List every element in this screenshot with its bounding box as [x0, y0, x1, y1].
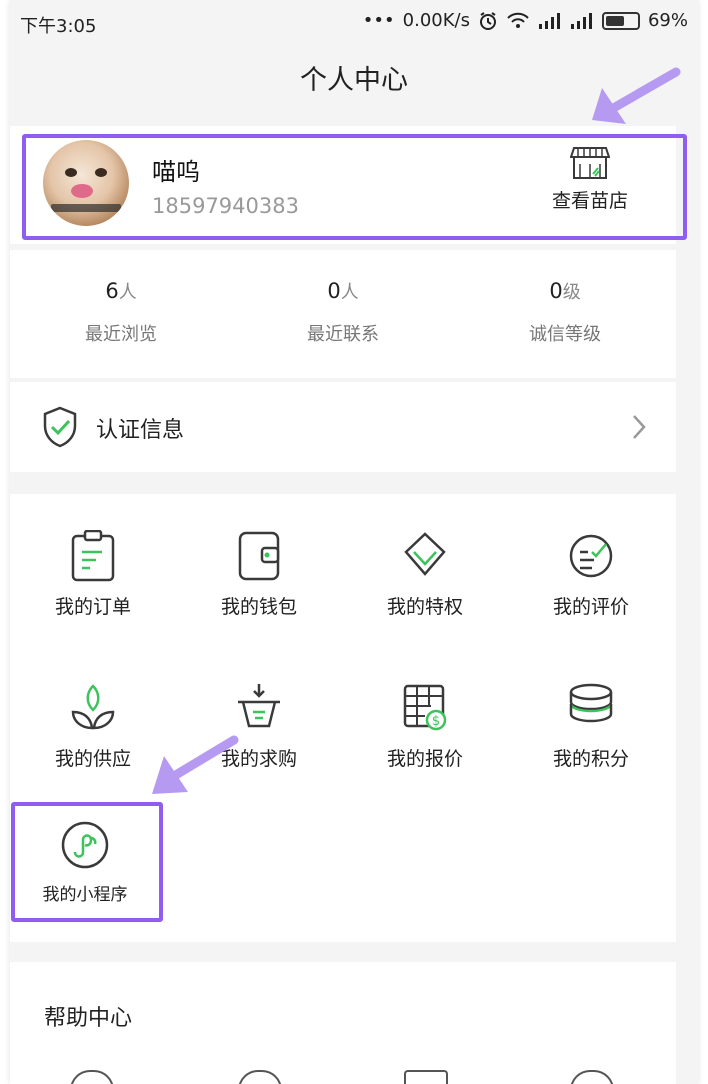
diamond-icon [404, 532, 446, 576]
annotation-box-profile [22, 134, 687, 240]
certification-row[interactable]: 认证信息 [10, 382, 676, 472]
clipboard-icon [71, 530, 115, 582]
stat-recent-contacts[interactable]: 0人 最近联系 [232, 278, 454, 346]
wifi-icon [507, 12, 529, 28]
menu-item-points[interactable]: 我的积分 [508, 682, 674, 792]
menu-item-label: 我的特权 [386, 596, 463, 618]
stat-credit-level[interactable]: 0级 诚信等级 [454, 278, 676, 346]
network-speed: 0.00K/s [402, 10, 470, 31]
checklist-icon [569, 534, 613, 578]
stat-label: 诚信等级 [529, 324, 601, 345]
menu-item-wallet[interactable]: 我的钱包 [176, 530, 342, 640]
help-item-icon[interactable] [70, 1070, 114, 1084]
menu-item-label: 我的积分 [552, 748, 629, 770]
help-item-icon[interactable] [570, 1070, 614, 1084]
annotation-arrow-icon [592, 67, 681, 124]
menu-item-label: 我的评价 [552, 596, 629, 618]
coin-stack-icon [569, 683, 613, 723]
battery-percent: 69% [647, 10, 688, 31]
wallet-icon [238, 531, 280, 581]
stat-value: 6 [105, 279, 119, 303]
stat-value: 0 [549, 279, 563, 303]
shield-check-icon [43, 406, 77, 448]
help-item-icon[interactable] [404, 1070, 448, 1084]
phone-screen: 下午3:05 ••• 0.00K/s 69% 个人中心 喵呜 185979403… [10, 0, 698, 1084]
certification-label: 认证信息 [96, 418, 185, 443]
menu-item-reviews[interactable]: 我的评价 [508, 530, 674, 640]
help-item-icon[interactable] [238, 1070, 282, 1084]
menu-item-quotes[interactable]: $ 我的报价 [342, 682, 508, 792]
menu-item-orders[interactable]: 我的订单 [10, 530, 176, 640]
stat-value: 0 [327, 279, 341, 303]
basket-icon [238, 684, 280, 728]
menu-item-label: 我的报价 [386, 748, 463, 770]
stat-unit: 人 [118, 282, 137, 303]
stat-label: 最近联系 [307, 324, 379, 345]
menu-item-label: 我的订单 [54, 596, 131, 618]
status-time: 下午3:05 [20, 16, 97, 37]
menu-item-label: 我的钱包 [220, 596, 297, 618]
stat-recent-views[interactable]: 6人 最近浏览 [10, 278, 232, 346]
alarm-icon [479, 11, 496, 30]
sprout-icon [71, 684, 115, 730]
stats-row: 6人 最近浏览 0人 最近联系 0级 诚信等级 [10, 250, 676, 378]
price-table-icon: $ [403, 684, 447, 731]
signal-icon [538, 12, 560, 29]
status-bar: 下午3:05 ••• 0.00K/s 69% [10, 0, 698, 44]
signal-icon [570, 12, 592, 29]
help-center-title: 帮助中心 [44, 1006, 133, 1031]
svg-text:$: $ [432, 714, 440, 729]
chevron-right-icon [633, 415, 646, 439]
help-center-section: 帮助中心 [10, 962, 676, 1084]
menu-item-privileges[interactable]: 我的特权 [342, 530, 508, 640]
stat-unit: 级 [562, 282, 581, 303]
annotation-arrow-icon [152, 735, 239, 794]
stat-label: 最近浏览 [85, 324, 157, 345]
annotation-box-mini-program [11, 802, 163, 922]
more-dots-icon: ••• [362, 10, 395, 31]
battery-icon [601, 11, 640, 30]
stat-unit: 人 [340, 282, 359, 303]
